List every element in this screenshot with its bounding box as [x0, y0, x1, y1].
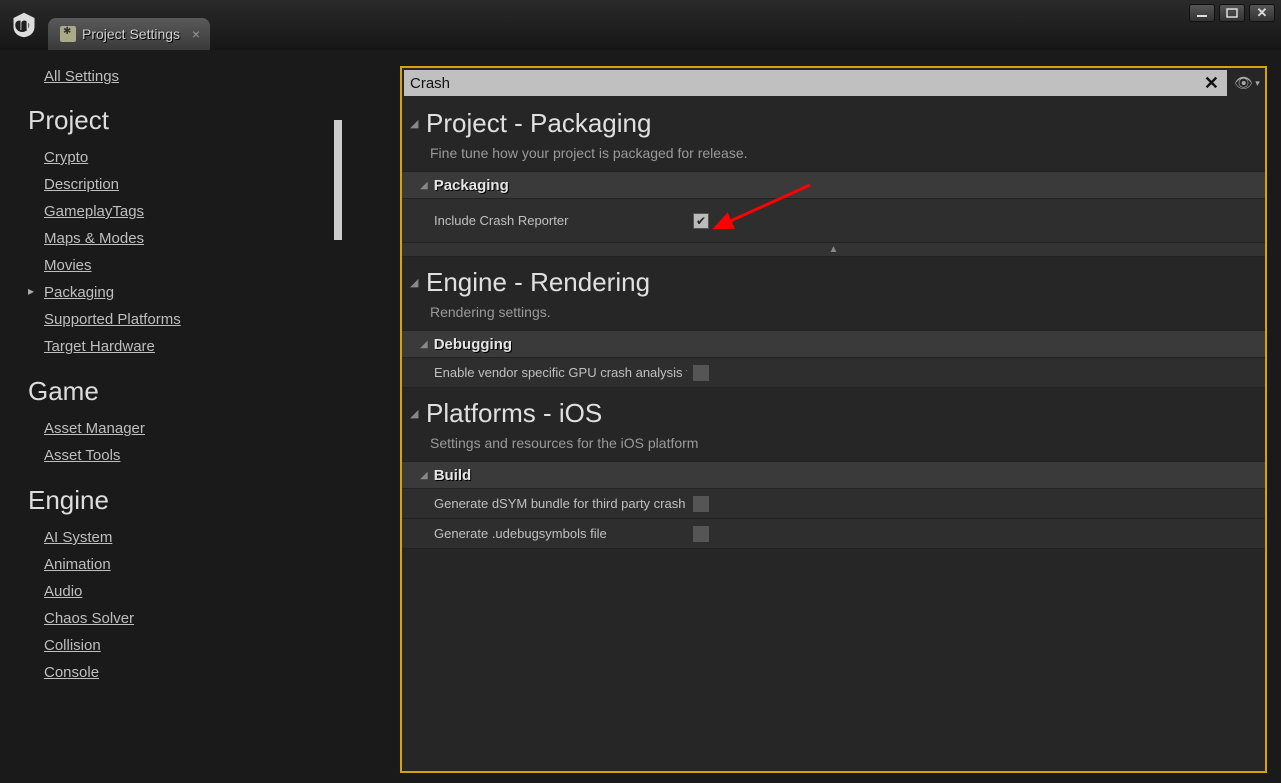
sidebar-item-asset-tools[interactable]: Asset Tools [10, 442, 390, 469]
sidebar-item-movies[interactable]: Movies [10, 252, 390, 279]
sidebar-item-ai-system[interactable]: AI System [10, 524, 390, 551]
group-header-packaging[interactable]: ◢ Packaging [402, 171, 1265, 199]
section-desc-ios: Settings and resources for the iOS platf… [402, 431, 1265, 461]
maximize-button[interactable] [1219, 4, 1245, 22]
settings-sidebar: All Settings Project Crypto Description … [0, 50, 390, 783]
section-desc-rendering: Rendering settings. [402, 300, 1265, 330]
group-header-debugging[interactable]: ◢ Debugging [402, 330, 1265, 358]
sidebar-header-game: Game [10, 360, 390, 415]
property-label: Include Crash Reporter [402, 213, 687, 228]
sidebar-item-crypto[interactable]: Crypto [10, 144, 390, 171]
eye-icon: 👁 [1234, 74, 1253, 92]
tab-project-settings[interactable]: Project Settings × [48, 18, 210, 50]
sidebar-item-description[interactable]: Description [10, 171, 390, 198]
section-title-packaging: Project - Packaging [426, 108, 651, 139]
scrollbar-thumb[interactable] [334, 120, 342, 240]
sidebar-item-console[interactable]: Console [10, 659, 390, 686]
sidebar-item-gameplaytags[interactable]: GameplayTags [10, 198, 390, 225]
search-input[interactable] [410, 75, 1204, 92]
checkbox-udebugsymbols[interactable] [693, 526, 709, 542]
property-row-include-crash-reporter: Include Crash Reporter ✔ [402, 199, 1265, 243]
expand-caret-icon: ◢ [420, 339, 428, 350]
settings-content: ✕ 👁▾ ◢ Project - Packaging Fine tune how… [390, 50, 1281, 783]
expand-caret-icon[interactable]: ◢ [410, 117, 420, 130]
title-bar: Project Settings × ✕ [0, 0, 1281, 50]
sidebar-item-audio[interactable]: Audio [10, 578, 390, 605]
section-title-ios: Platforms - iOS [426, 398, 602, 429]
tab-title: Project Settings [82, 26, 180, 42]
clear-search-icon[interactable]: ✕ [1204, 73, 1219, 94]
sidebar-item-chaos-solver[interactable]: Chaos Solver [10, 605, 390, 632]
checkbox-gpu-crash-analysis[interactable] [693, 365, 709, 381]
property-row-udebugsymbols: Generate .udebugsymbols file [402, 519, 1265, 549]
expand-caret-icon[interactable]: ◢ [410, 276, 420, 289]
property-row-dsym-bundle: Generate dSYM bundle for third party cra… [402, 489, 1265, 519]
sidebar-item-maps-modes[interactable]: Maps & Modes [10, 225, 390, 252]
checkbox-dsym-bundle[interactable] [693, 496, 709, 512]
sidebar-item-asset-manager[interactable]: Asset Manager [10, 415, 390, 442]
sidebar-item-supported-platforms[interactable]: Supported Platforms [10, 306, 390, 333]
section-title-rendering: Engine - Rendering [426, 267, 650, 298]
property-label: Enable vendor specific GPU crash analysi… [402, 365, 687, 380]
view-options-button[interactable]: 👁▾ [1229, 71, 1265, 95]
sidebar-header-project: Project [10, 89, 390, 144]
section-desc-packaging: Fine tune how your project is packaged f… [402, 141, 1265, 171]
close-button[interactable]: ✕ [1249, 4, 1275, 22]
expand-caret-icon: ◢ [420, 180, 428, 191]
expand-caret-icon: ◢ [420, 470, 428, 481]
sidebar-item-animation[interactable]: Animation [10, 551, 390, 578]
app-logo-icon [0, 1, 48, 49]
window-buttons: ✕ [1189, 4, 1275, 22]
sidebar-item-packaging[interactable]: Packaging [10, 279, 390, 306]
sidebar-item-target-hardware[interactable]: Target Hardware [10, 333, 390, 360]
search-box[interactable]: ✕ [404, 70, 1227, 96]
sidebar-header-engine: Engine [10, 469, 390, 524]
close-icon[interactable]: × [192, 26, 200, 42]
property-row-gpu-crash-analysis: Enable vendor specific GPU crash analysi… [402, 358, 1265, 388]
sidebar-item-all-settings[interactable]: All Settings [10, 68, 390, 89]
property-label: Generate .udebugsymbols file [402, 526, 687, 541]
minimize-button[interactable] [1189, 4, 1215, 22]
expand-caret-icon[interactable]: ◢ [410, 407, 420, 420]
gear-icon [60, 26, 76, 42]
sidebar-item-collision[interactable]: Collision [10, 632, 390, 659]
property-label: Generate dSYM bundle for third party cra… [402, 496, 687, 511]
group-header-build[interactable]: ◢ Build [402, 461, 1265, 489]
settings-panel: ✕ 👁▾ ◢ Project - Packaging Fine tune how… [400, 66, 1267, 773]
expand-advanced-icon[interactable]: ▲ [402, 243, 1265, 257]
checkbox-include-crash-reporter[interactable]: ✔ [693, 213, 709, 229]
